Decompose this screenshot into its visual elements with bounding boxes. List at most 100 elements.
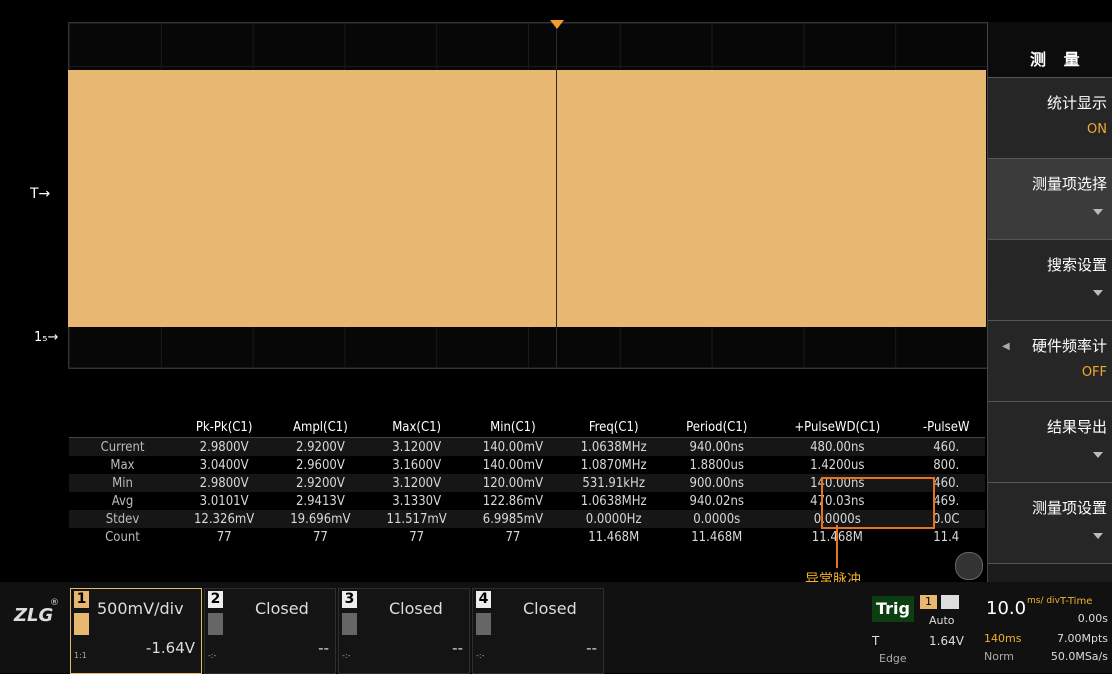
stats-header: -PulseW [907,418,985,438]
stats-cell: 2.9200V [272,437,369,456]
menu-item-search-settings[interactable]: 搜索设置 [988,240,1112,321]
menu-item-hw-counter[interactable]: ◀ 硬件频率计 OFF [988,321,1112,402]
trigger-level: 1.64V [929,634,964,648]
stats-row-label: Count [105,529,140,545]
stats-row-label: Max [110,457,135,473]
channel2-panel[interactable]: 2 -:- Closed -- [204,588,336,674]
stats-cell: 1.4200us [810,457,865,473]
channel1-waveform [68,70,986,327]
stats-header: Min(C1) [464,418,562,438]
stats-cell: 2.9800V [176,437,273,456]
stats-row-label: Stdev [69,510,176,528]
menu-title-text: 测 量 [1030,50,1086,69]
table-row: Current 2.9800V 2.9200V 3.1200V 140.00mV 1.06… [69,437,985,456]
trigger-type: Edge [879,652,907,665]
stats-row-label: Min [69,474,176,492]
stats-cell: 800. [933,457,960,473]
channel1-offset-marker[interactable]: 1₅→ [34,330,58,345]
trigger-level-marker[interactable]: T→ [30,186,50,202]
acquire-mode: Norm [984,650,1015,663]
record-length: 140ms [984,632,1022,645]
channel-offset: -1.64V [145,639,195,657]
stats-row-label: Current [69,437,176,456]
stats-cell: 11.468M [691,529,743,545]
stats-header: +PulseWD(C1) [767,418,908,438]
stats-cell: 0.0000s [666,510,768,528]
menu-item-label: 测量项设置 [1031,499,1107,517]
menu-item-label: 统计显示 [1046,94,1107,112]
stats-cell: 1.0638MHz [580,493,647,509]
stats-cell: 3.0400V [199,457,249,473]
menu-icon [941,595,959,609]
stats-cell: 140.00mV [464,437,562,456]
brand-logo: ZLG [14,605,54,626]
channel-number: 2 [208,591,223,608]
channel1-panel[interactable]: 1 1:1 500mV/div -1.64V [70,588,202,674]
channel-scale: 500mV/div [97,599,184,618]
menu-item-measure-settings[interactable]: 测量项设置 [988,483,1112,564]
stats-header: Freq(C1) [561,418,667,438]
channel-coupling-icon [342,613,357,635]
stats-header [69,418,176,438]
channel-offset: -- [586,639,597,657]
stats-cell: 2.9413V [295,493,345,509]
stats-cell: 77 [312,529,328,545]
chevron-down-icon [1093,290,1103,296]
channel-probe-ratio: -:- [208,651,217,660]
trigger-t-label: T [872,634,880,648]
stats-cell: 940.02ns [689,493,744,509]
stats-cell: 480.00ns [767,437,908,456]
channel-scale: Closed [523,599,577,618]
channel4-panel[interactable]: 4 -:- Closed -- [472,588,604,674]
anomaly-pointer-line [836,525,838,568]
stats-cell: 6.9985mV [464,510,562,528]
stats-header-row: Pk-Pk(C1) Ampl(C1) Max(C1) Min(C1) Freq(… [69,418,985,438]
stats-cell: 460. [907,437,985,456]
stats-cell: 3.1200V [368,437,465,456]
trigger-mode: Auto [929,614,955,627]
menu-item-stats-display[interactable]: 统计显示 ON [988,78,1112,159]
stats-header: Max(C1) [368,418,465,438]
menu-item-export-results[interactable]: 结果导出 [988,402,1112,483]
channel-scale: Closed [389,599,443,618]
stats-cell: 11.517mV [368,510,465,528]
trigger-position-marker[interactable] [550,20,564,29]
stats-cell: 3.1600V [392,457,442,473]
stats-cell: 940.00ns [666,437,768,456]
stats-cell: 3.0101V [199,493,249,509]
stats-cell: 120.00mV [464,474,562,492]
measure-menu: 测 量 统计显示 ON 测量项选择 搜索设置 ◀ 硬件频率计 OFF 结果导出 … [987,22,1112,582]
anomaly-highlight-box [821,477,935,529]
stats-cell: 2.9600V [295,457,345,473]
stats-cell: 2.9800V [176,474,273,492]
menu-item-label: 测量项选择 [1031,175,1107,193]
scroll-knob-icon[interactable] [955,552,983,580]
stats-cell: 3.1200V [368,474,465,492]
stats-cell: 77 [409,529,425,545]
center-line [556,22,557,367]
timebase-label: T-Time [1060,596,1093,607]
channel-probe-ratio: 1:1 [74,651,87,660]
stats-cell: 12.326mV [176,510,273,528]
top-bar [0,0,1112,12]
trigger-panel[interactable]: Trig 1 Auto T 1.64V Edge [867,590,977,670]
timebase-panel[interactable]: 10.0 ms/ div T-Time 0.00s 140ms 7.00Mpts… [980,590,1112,670]
timebase-unit: ms/ div [1027,596,1060,606]
stats-cell: 140.00mV [482,457,544,473]
stats-cell: 900.00ns [666,474,768,492]
stats-cell: 1.8800us [689,457,744,473]
timebase-offset: 0.00s [1077,612,1108,625]
menu-item-measure-select[interactable]: 测量项选择 [988,159,1112,240]
channel-coupling-icon [74,613,89,635]
registered-icon: ® [50,598,59,608]
chevron-left-icon: ◀ [1002,341,1010,352]
trigger-source: 1 [920,595,937,609]
stats-cell: 3.1330V [392,493,442,509]
channel-offset: -- [318,639,329,657]
stats-cell: 77 [505,529,521,545]
table-row: Count7777777711.468M11.468M11.468M11.4 [69,528,985,546]
trig-button[interactable]: Trig [872,596,914,622]
stats-cell: 19.696mV [272,510,369,528]
channel3-panel[interactable]: 3 -:- Closed -- [338,588,470,674]
chevron-down-icon [1093,533,1103,539]
